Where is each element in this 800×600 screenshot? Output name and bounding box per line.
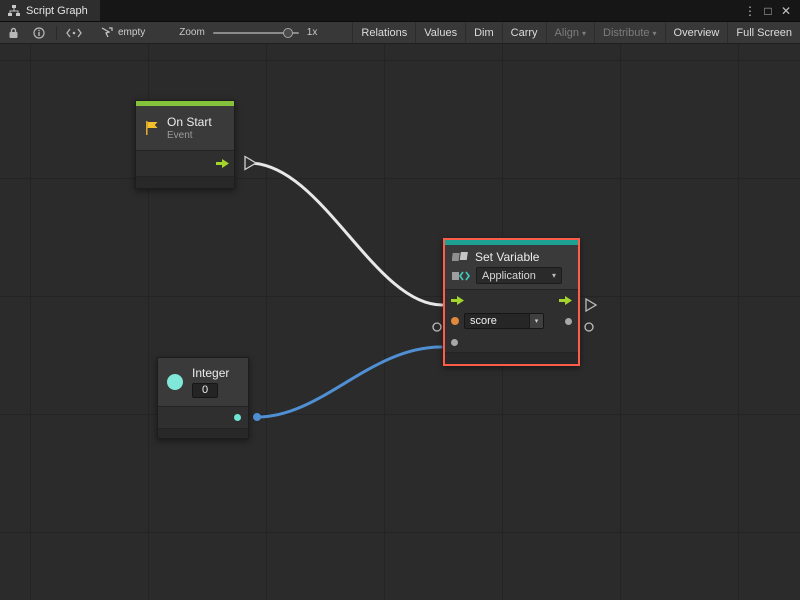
node-title: Integer	[192, 366, 229, 380]
node-set-variable[interactable]: Set Variable Application ▾	[443, 238, 580, 366]
node-subtitle: Event	[167, 130, 212, 141]
flow-in-port-icon[interactable]	[451, 296, 464, 305]
tab-script-graph[interactable]: Script Graph	[0, 0, 100, 21]
zoom-value: 1x	[307, 27, 318, 38]
node-title: Set Variable	[475, 250, 539, 264]
variable-name-value: score	[465, 314, 529, 328]
toolbar-button-align[interactable]: Align ▾	[546, 22, 594, 43]
graph-name: empty	[118, 27, 145, 38]
zoom-slider[interactable]	[213, 26, 299, 40]
zoom-label: Zoom	[179, 27, 205, 38]
node-header: Integer 0	[158, 358, 248, 406]
toolbar-button-fullscreen[interactable]: Full Screen	[727, 22, 800, 43]
set-variable-flow-out-triangle[interactable]	[586, 299, 596, 311]
toolbar-button-overview-label: Overview	[674, 27, 720, 39]
wires-layer	[0, 44, 800, 600]
node-on-start[interactable]: On Start Event	[135, 100, 235, 189]
integer-out-port-icon[interactable]	[234, 414, 241, 421]
graph-breadcrumb-icon	[101, 27, 113, 38]
toolbar-button-fullscreen-label: Full Screen	[736, 27, 792, 39]
flag-icon	[144, 120, 160, 136]
flow-out-port-icon[interactable]	[559, 296, 572, 305]
zoom-group: Zoom 1x	[179, 26, 317, 40]
code-toggle-icon[interactable]	[61, 22, 87, 44]
node-title: On Start	[167, 115, 212, 129]
toolbar-button-distribute-label: Distribute	[603, 27, 649, 39]
kind-icon	[452, 270, 470, 282]
node-ports	[136, 150, 234, 176]
wire-on-start-to-set-variable[interactable]	[249, 163, 442, 305]
toolbar-button-carry[interactable]: Carry	[502, 22, 546, 43]
toolbar: empty Zoom 1x Relations Values Dim Carry…	[0, 22, 800, 44]
tab-title: Script Graph	[26, 5, 88, 17]
chevron-down-icon: ▾	[529, 314, 543, 328]
toolbar-button-align-label: Align	[555, 27, 579, 39]
node-footer	[136, 176, 234, 188]
toolbar-button-dim[interactable]: Dim	[465, 22, 502, 43]
value-in-port-icon[interactable]	[451, 339, 458, 346]
graph-icon	[8, 5, 20, 17]
toolbar-divider	[56, 26, 57, 40]
graph-breadcrumb[interactable]: empty	[101, 27, 145, 38]
node-header: On Start Event	[136, 106, 234, 150]
window-controls: ⋮ □ ✕	[742, 0, 800, 21]
node-ports: score ▾	[445, 289, 578, 352]
node-integer[interactable]: Integer 0	[157, 357, 249, 439]
integer-type-icon	[167, 374, 183, 390]
variable-scope-dropdown[interactable]: Application ▾	[476, 267, 562, 284]
chevron-down-icon: ▾	[653, 29, 657, 38]
flow-out-port-icon[interactable]	[216, 159, 229, 168]
toolbar-button-values-label: Values	[424, 27, 457, 39]
chevron-down-icon: ▾	[552, 271, 556, 280]
value-out-port-icon[interactable]	[565, 318, 572, 325]
toolbar-button-relations[interactable]: Relations	[352, 22, 415, 43]
variable-scope-value: Application	[482, 270, 536, 282]
toolbar-button-dim-label: Dim	[474, 27, 494, 39]
variables-icon	[452, 251, 469, 264]
node-ports	[158, 406, 248, 428]
toolbar-button-overview[interactable]: Overview	[665, 22, 728, 43]
zoom-slider-handle[interactable]	[283, 28, 293, 38]
graph-canvas[interactable]: On Start Event Set Variable	[0, 44, 800, 600]
set-variable-output-port-circle[interactable]	[585, 323, 593, 331]
wire-integer-to-set-variable[interactable]	[257, 347, 441, 417]
info-icon[interactable]	[26, 22, 52, 44]
window-menu-icon[interactable]: ⋮	[742, 4, 758, 18]
toolbar-button-relations-label: Relations	[361, 27, 407, 39]
name-port-icon[interactable]	[451, 317, 459, 325]
toolbar-button-values[interactable]: Values	[415, 22, 465, 43]
set-variable-input-port-circle[interactable]	[433, 323, 441, 331]
chevron-down-icon: ▾	[582, 29, 586, 38]
maximize-icon[interactable]: □	[760, 4, 776, 18]
titlebar: Script Graph ⋮ □ ✕	[0, 0, 800, 22]
toolbar-button-distribute[interactable]: Distribute ▾	[594, 22, 664, 43]
close-icon[interactable]: ✕	[778, 4, 794, 18]
node-header: Set Variable Application ▾	[445, 245, 578, 289]
toolbar-buttons: Relations Values Dim Carry Align ▾ Distr…	[352, 22, 800, 43]
node-footer	[445, 352, 578, 364]
toolbar-button-carry-label: Carry	[511, 27, 538, 39]
variable-name-dropdown[interactable]: score ▾	[464, 313, 544, 329]
lock-icon[interactable]	[0, 22, 26, 44]
node-footer	[158, 428, 248, 438]
integer-value-field[interactable]: 0	[192, 383, 218, 398]
